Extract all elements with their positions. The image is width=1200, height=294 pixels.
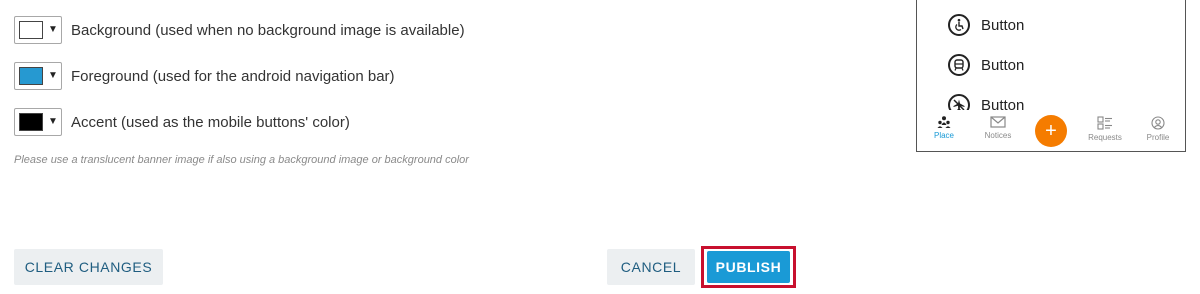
foreground-color-label: Foreground (used for the android navigat… (71, 67, 395, 85)
background-color-picker[interactable]: ▼ (14, 16, 62, 44)
tab-notices[interactable]: Notices (978, 116, 1018, 140)
background-color-row: ▼ Background (used when no background im… (14, 15, 465, 45)
preview-button-2[interactable]: Button (948, 52, 1024, 78)
preview-button-label: Button (981, 16, 1025, 34)
accessibility-icon (948, 14, 970, 36)
preview-button-1[interactable]: Button (948, 12, 1024, 38)
publish-highlight: PUBLISH (701, 246, 796, 288)
accent-color-swatch (19, 113, 43, 131)
mail-icon (990, 116, 1006, 128)
foreground-color-row: ▼ Foreground (used for the android navig… (14, 61, 395, 91)
dropdown-caret-icon: ▼ (48, 24, 58, 35)
tab-label: Place (933, 131, 954, 140)
tab-label: Notices (984, 131, 1012, 140)
train-icon (948, 54, 970, 76)
tab-label: Profile (1146, 133, 1170, 142)
dropdown-caret-icon: ▼ (48, 116, 58, 127)
list-icon (1097, 116, 1112, 130)
accent-color-row: ▼ Accent (used as the mobile buttons' co… (14, 107, 350, 137)
preview-button-label: Button (981, 56, 1025, 74)
tab-profile[interactable]: Profile (1138, 116, 1178, 142)
bottom-tab-bar: Place Notices + Requests Profile (917, 110, 1185, 151)
tab-place[interactable]: Place (924, 116, 964, 140)
tab-label: Requests (1088, 133, 1122, 142)
dropdown-caret-icon: ▼ (48, 70, 58, 81)
background-color-swatch (19, 21, 43, 39)
tab-requests[interactable]: Requests (1085, 116, 1125, 142)
add-button[interactable]: + (1035, 115, 1067, 147)
people-icon (937, 116, 951, 128)
publish-button[interactable]: PUBLISH (707, 251, 790, 283)
profile-icon (1151, 116, 1165, 130)
foreground-color-picker[interactable]: ▼ (14, 62, 62, 90)
cancel-button[interactable]: CANCEL (607, 249, 695, 285)
accent-color-label: Accent (used as the mobile buttons' colo… (71, 113, 350, 131)
banner-hint-text: Please use a translucent banner image if… (14, 154, 469, 166)
background-color-label: Background (used when no background imag… (71, 21, 465, 39)
foreground-color-swatch (19, 67, 43, 85)
mobile-preview: Button Button Button Place Notices + Req… (916, 0, 1186, 152)
accent-color-picker[interactable]: ▼ (14, 108, 62, 136)
clear-changes-button[interactable]: CLEAR CHANGES (14, 249, 163, 285)
